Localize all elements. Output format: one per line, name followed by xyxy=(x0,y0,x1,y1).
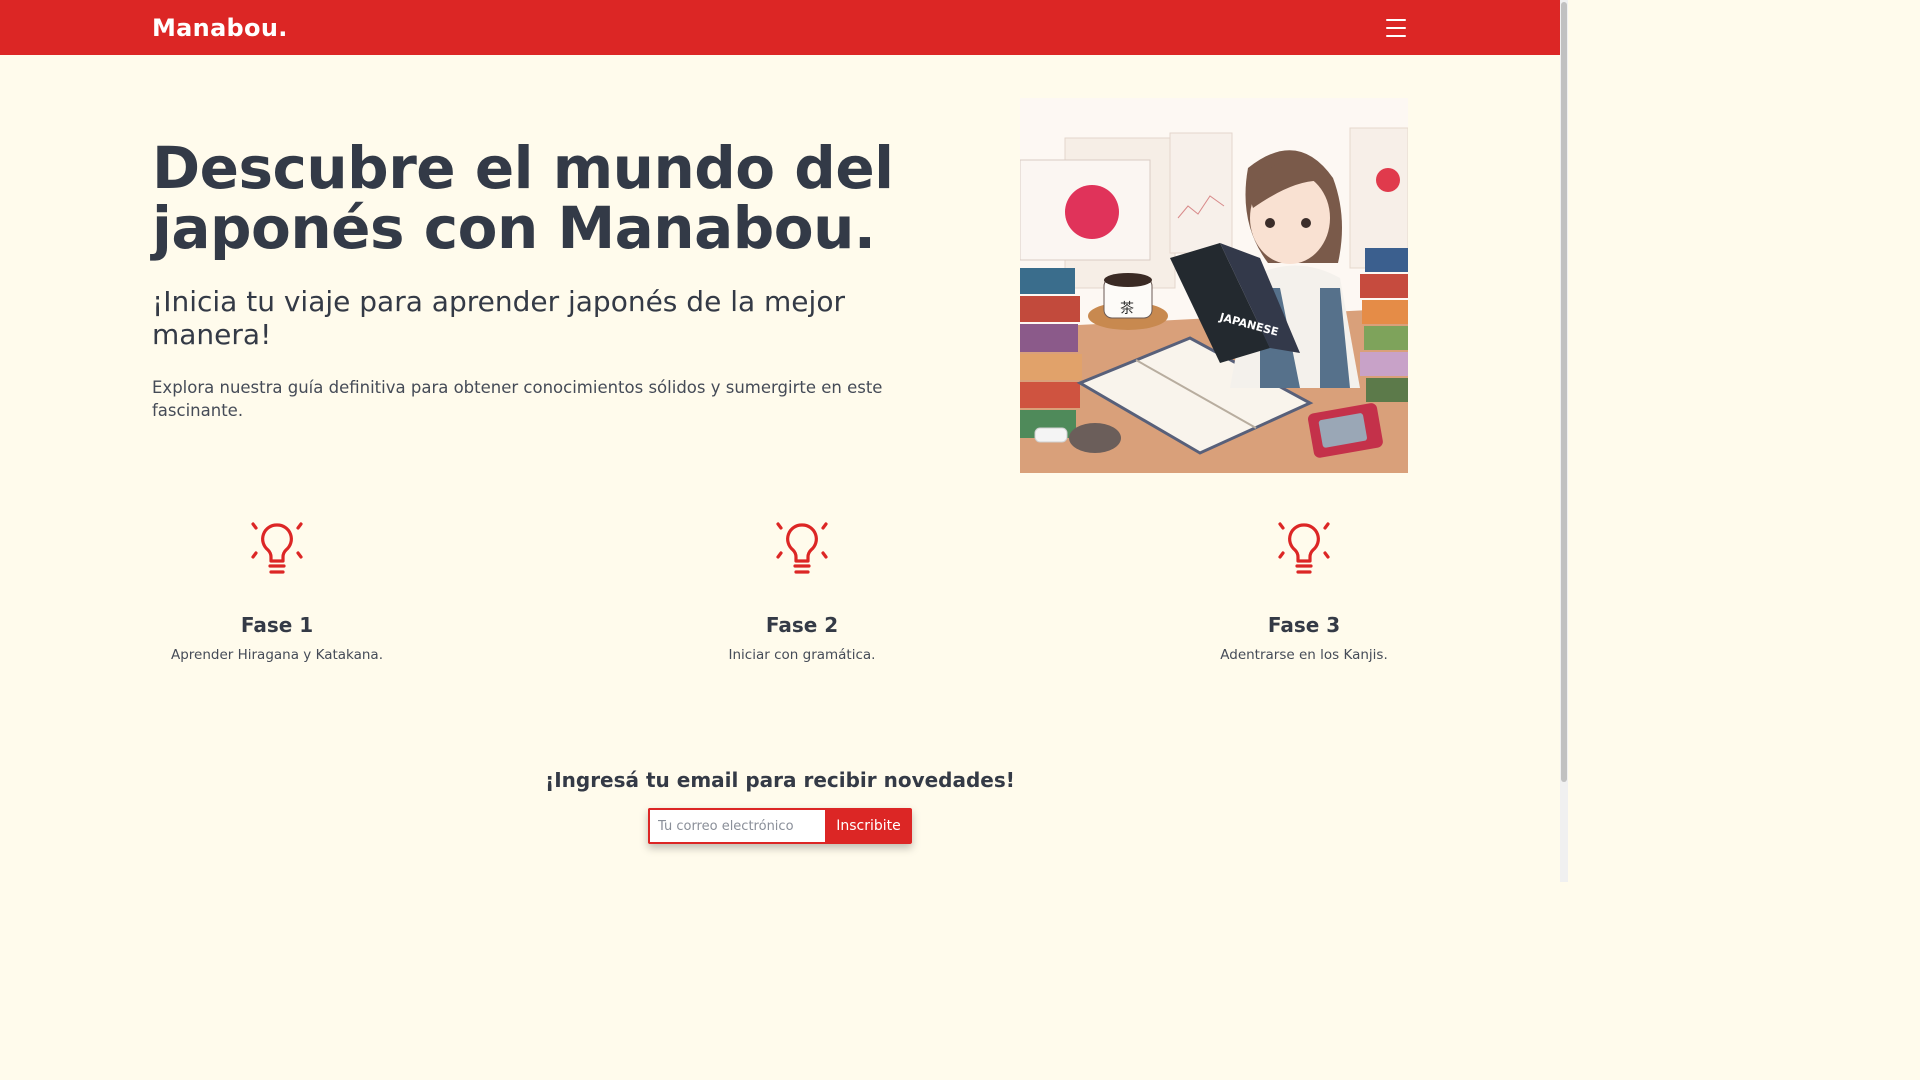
brand-logo[interactable]: Manabou. xyxy=(152,14,288,42)
phase-card-1: Fase 1 Aprender Hiragana y Katakana. xyxy=(127,515,427,663)
hero-title: Descubre el mundo del japonés con Manabo… xyxy=(152,134,894,262)
scrollbar-thumb[interactable] xyxy=(1561,2,1567,782)
phase-description: Iniciar con gramática. xyxy=(728,647,876,663)
hero-illustration: 茶 JAPANESE xyxy=(1020,98,1408,473)
page-scrollbar[interactable] xyxy=(1560,0,1568,882)
phase-description: Aprender Hiragana y Katakana. xyxy=(170,647,384,663)
newsletter-form: Inscribite xyxy=(648,808,912,844)
lightbulb-icon xyxy=(251,522,303,574)
lightbulb-icon xyxy=(776,522,828,574)
newsletter-title: ¡Ingresá tu email para recibir novedades… xyxy=(545,768,1015,792)
phase-title: Fase 3 xyxy=(1267,613,1341,637)
phase-description: Adentrarse en los Kanjis. xyxy=(1220,647,1388,663)
hero-subtitle: ¡Inicia tu viaje para aprender japonés d… xyxy=(152,285,845,351)
svg-text:茶: 茶 xyxy=(1120,301,1134,317)
subscribe-button[interactable]: Inscribite xyxy=(825,808,912,844)
phase-title: Fase 2 xyxy=(765,613,839,637)
phase-title: Fase 1 xyxy=(240,613,314,637)
email-input[interactable] xyxy=(648,808,825,844)
hero-description: Explora nuestra guía definitiva para obt… xyxy=(152,378,883,420)
phase-card-2: Fase 2 Iniciar con gramática. xyxy=(652,515,952,663)
top-navbar: Manabou. xyxy=(0,0,1560,55)
phase-card-3: Fase 3 Adentrarse en los Kanjis. xyxy=(1154,515,1454,663)
hamburger-menu-icon[interactable] xyxy=(1386,18,1406,37)
lightbulb-icon xyxy=(1278,522,1330,574)
